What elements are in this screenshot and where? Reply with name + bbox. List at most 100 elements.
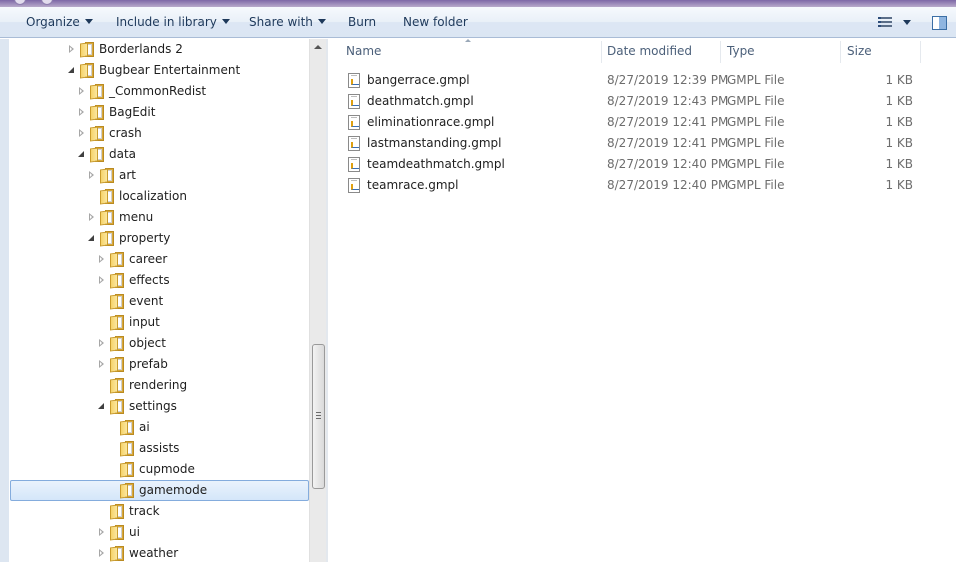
gmpl-file-icon [348,136,360,151]
folder-icon [80,42,94,58]
new-folder-label: New folder [403,15,468,29]
window-frame-top [0,0,956,7]
change-view-button[interactable] [874,14,918,32]
file-type: GMPL File [727,178,785,192]
file-date-modified: 8/27/2019 12:43 PM [607,94,729,108]
folder-icon [90,147,104,163]
folder-icon [90,105,104,121]
nav-tree-item-label: Bugbear Entertainment [99,63,241,77]
file-size: 1 KB [885,136,913,150]
file-row[interactable]: lastmanstanding.gmpl 8/27/2019 12:41 PM GM… [348,133,938,154]
navigation-pane[interactable]: Borderlands 2 Bugbear Entertainment _Commo… [0,39,326,562]
column-header-name[interactable]: Name [346,41,381,62]
folder-icon [100,231,114,247]
folder-icon [110,336,124,352]
burn-button[interactable]: Burn [348,7,376,38]
file-type: GMPL File [727,115,785,129]
command-bar: Organize Include in library Share with B… [0,7,956,38]
folder-icon [120,462,134,478]
file-name: teamrace.gmpl [367,178,459,192]
scroll-up-arrow-icon[interactable] [314,45,322,49]
organize-button[interactable]: Organize [26,7,93,38]
explorer-window: Organize Include in library Share with B… [0,0,956,562]
collapsed-arrow-icon[interactable] [78,129,86,138]
file-row[interactable]: teamdeathmatch.gmpl 8/27/2019 12:40 PM GMP… [348,154,938,175]
nav-tree-item-label: object [129,336,166,350]
nav-tree-item-label: track [129,504,160,518]
gmpl-file-icon [348,178,360,193]
chevron-down-icon [903,20,911,25]
scrollbar-thumb[interactable] [312,344,325,489]
column-header-type[interactable]: Type [727,41,755,62]
column-separator[interactable] [720,41,721,63]
grip-icon [316,412,321,419]
file-date-modified: 8/27/2019 12:41 PM [607,136,729,150]
burn-label: Burn [348,15,377,29]
collapsed-arrow-icon[interactable] [98,339,106,348]
file-size: 1 KB [885,73,913,87]
file-size: 1 KB [885,94,913,108]
column-header-size[interactable]: Size [847,41,872,62]
folder-icon [100,168,114,184]
collapsed-arrow-icon[interactable] [78,108,86,117]
share-with-button[interactable]: Share with [249,7,326,38]
expanded-arrow-icon[interactable] [88,234,96,243]
gmpl-file-icon [348,157,360,172]
file-name: teamdeathmatch.gmpl [367,157,505,171]
nav-tree-item-label: localization [119,189,187,203]
nav-tree-item-label: settings [129,399,177,413]
collapsed-arrow-icon[interactable] [98,255,106,264]
column-header-date-modified[interactable]: Date modified [607,41,692,62]
file-list-pane[interactable]: Name Date modified Type Size bangerrace.… [328,39,956,562]
collapsed-arrow-icon[interactable] [98,528,106,537]
folder-icon [110,273,124,289]
folder-icon [120,483,134,499]
folder-icon [110,504,124,520]
nav-tree-item-label: Borderlands 2 [99,42,183,56]
nav-tree-item-label: input [129,315,160,329]
collapsed-arrow-icon[interactable] [98,276,106,285]
back-button-edge[interactable] [14,0,26,5]
nav-tree-item-label: career [129,252,168,266]
file-row[interactable]: bangerrace.gmpl 8/27/2019 12:39 PM GMPL Fi… [348,70,938,91]
file-type: GMPL File [727,73,785,87]
collapsed-arrow-icon[interactable] [98,360,106,369]
nav-tree-item-label: ui [129,525,140,539]
file-type: GMPL File [727,136,785,150]
chevron-down-icon [221,19,230,24]
file-row[interactable]: teamrace.gmpl 8/27/2019 12:40 PM GMPL File… [348,175,938,196]
expanded-arrow-icon[interactable] [98,402,106,411]
nav-tree-item-label: art [119,168,136,182]
collapsed-arrow-icon[interactable] [68,45,76,54]
file-date-modified: 8/27/2019 12:41 PM [607,115,729,129]
forward-button-edge[interactable] [41,0,53,5]
chevron-down-icon [84,19,93,24]
collapsed-arrow-icon[interactable] [98,549,106,558]
gmpl-file-icon [348,94,360,109]
collapsed-arrow-icon[interactable] [78,87,86,96]
expanded-arrow-icon[interactable] [78,150,86,159]
nav-tree-item-label: assists [139,441,180,455]
collapsed-arrow-icon[interactable] [88,171,96,180]
nav-tree-item-label: prefab [129,357,168,371]
column-separator[interactable] [840,41,841,63]
file-row[interactable]: eliminationrace.gmpl 8/27/2019 12:41 PM GM… [348,112,938,133]
folder-icon [110,315,124,331]
gmpl-file-icon [348,73,360,88]
file-row[interactable]: deathmatch.gmpl 8/27/2019 12:43 PM GMPL Fi… [348,91,938,112]
file-size: 1 KB [885,115,913,129]
expanded-arrow-icon[interactable] [68,66,76,75]
column-separator[interactable] [601,41,602,63]
folder-icon [90,84,104,100]
nav-tree-item-label: weather [129,546,179,560]
column-separator[interactable] [920,41,921,63]
file-date-modified: 8/27/2019 12:39 PM [607,73,729,87]
collapsed-arrow-icon[interactable] [88,213,96,222]
folder-icon [120,441,134,457]
nav-tree-item-label: rendering [129,378,188,392]
include-in-library-button[interactable]: Include in library [116,7,230,38]
navigation-scrollbar[interactable] [309,39,326,562]
new-folder-button[interactable]: New folder [403,7,468,38]
include-in-library-label: Include in library [116,15,217,29]
preview-pane-button[interactable] [930,14,949,32]
